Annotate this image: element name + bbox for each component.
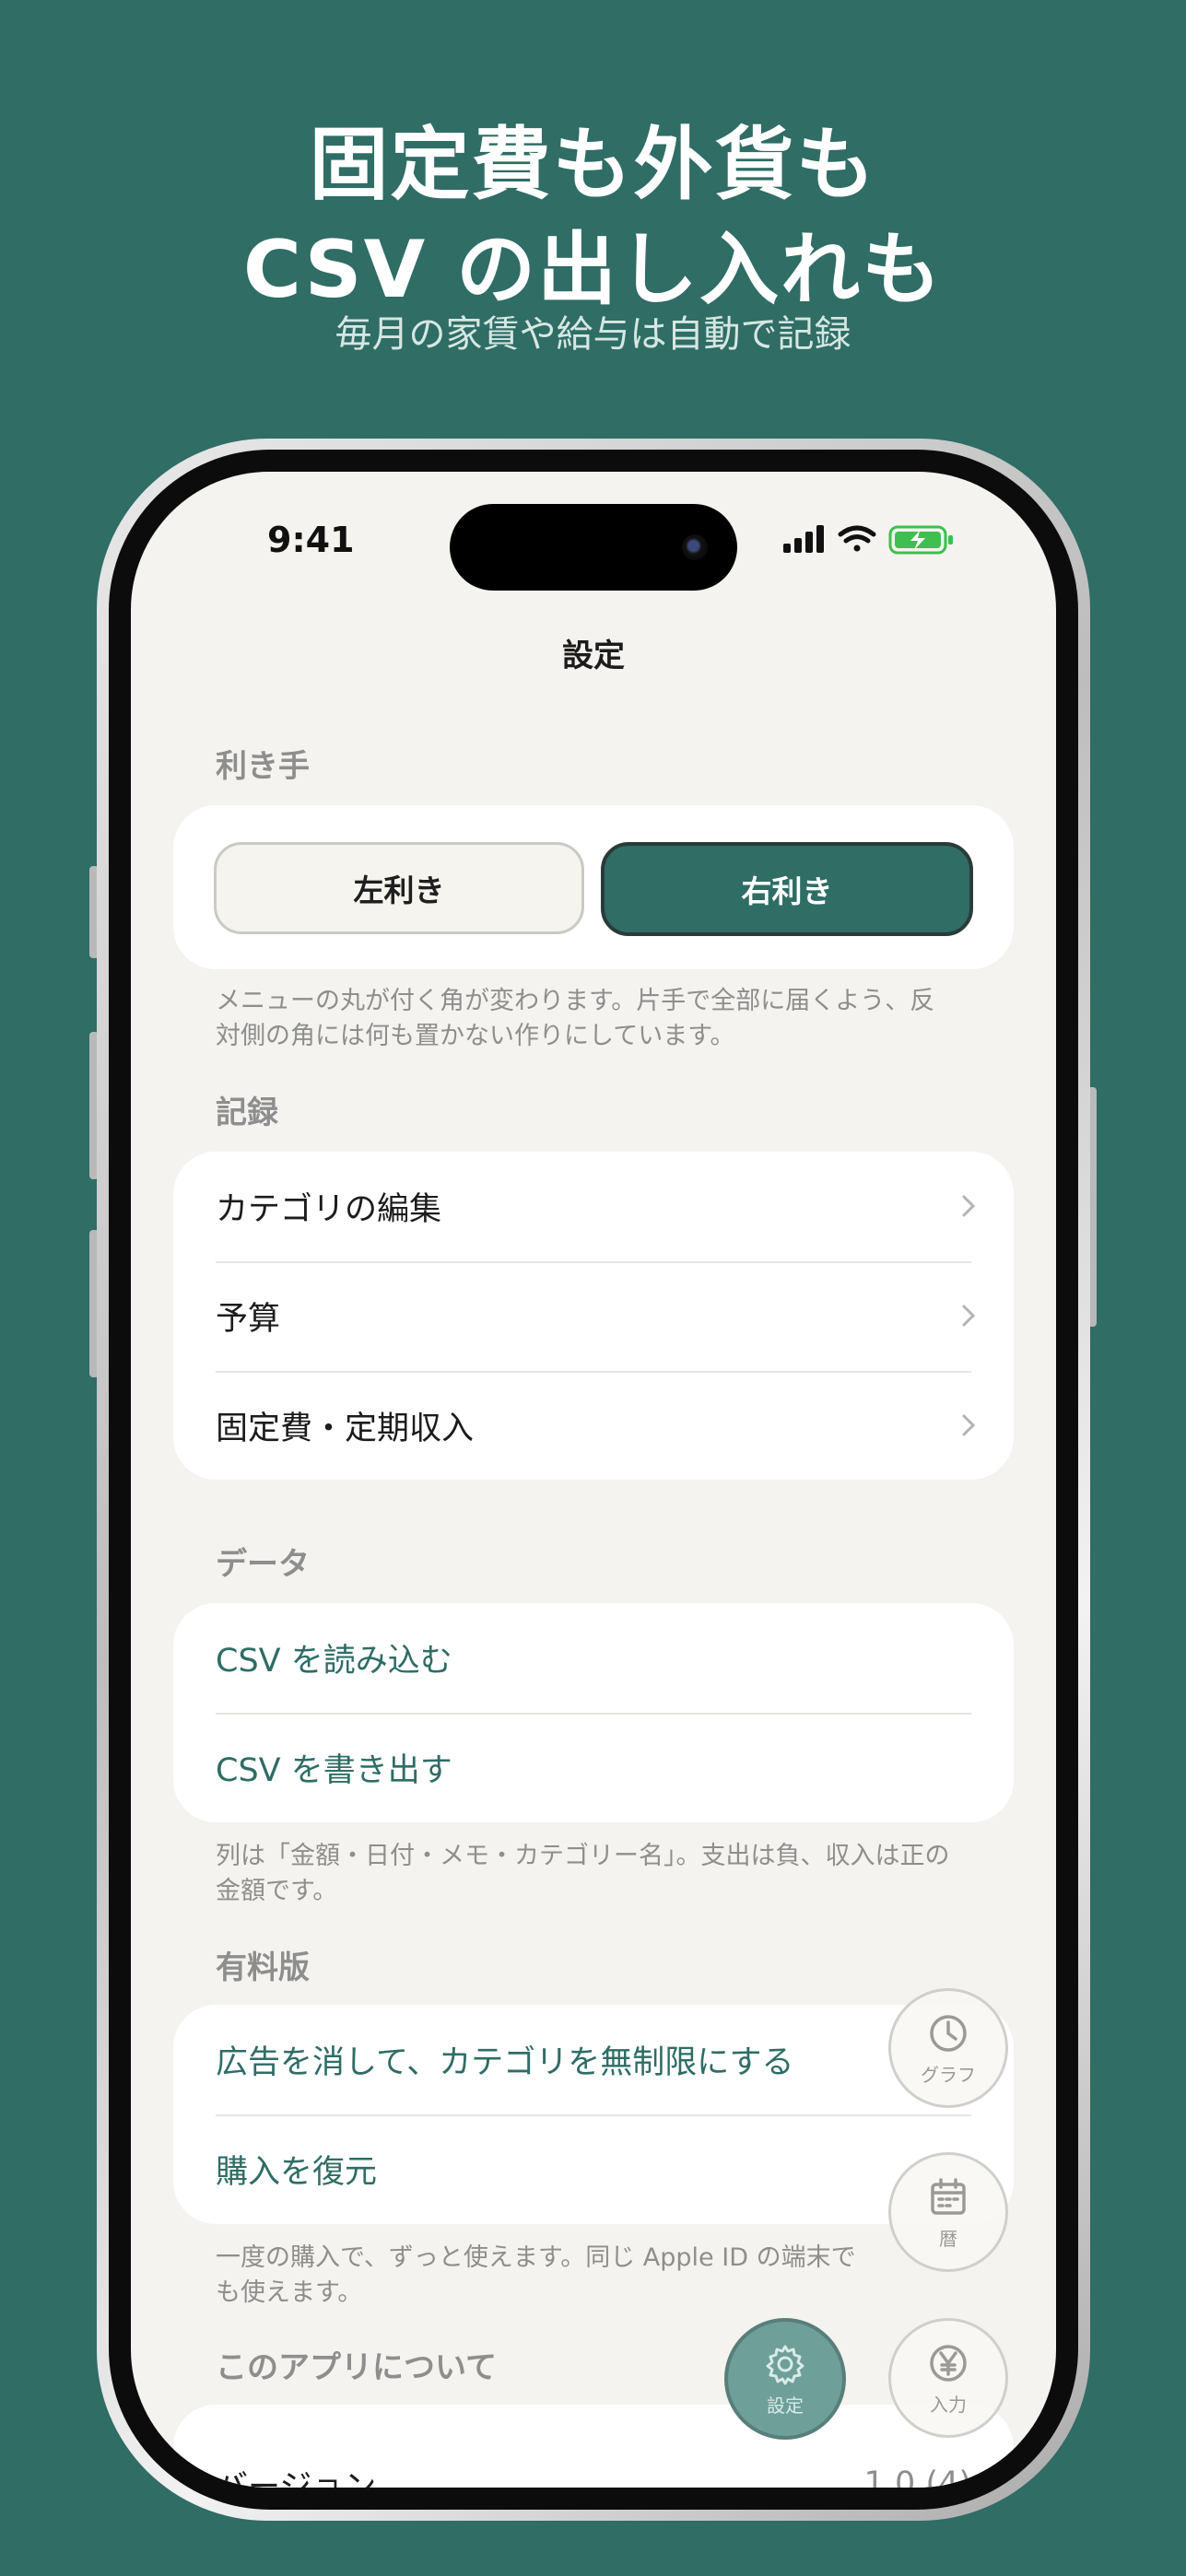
signal-icon <box>783 525 824 553</box>
chevron-right-icon <box>962 1414 976 1436</box>
hero-subtitle: 毎月の家賃や給与は自動で記録 <box>335 313 851 356</box>
settings-label: 設定 <box>767 2394 804 2417</box>
version-row: バージョン 1.0 (4) <box>216 2405 971 2488</box>
settings-button[interactable]: 設定 <box>724 2318 846 2440</box>
graph-button[interactable]: グラフ <box>888 1988 1008 2108</box>
nav-title: 設定 <box>562 638 625 674</box>
edit-categories-label: カテゴリの編集 <box>216 1191 442 1228</box>
right-handed-button[interactable]: 右利き <box>601 842 973 936</box>
version-value: 1.0 (4) <box>863 2465 971 2488</box>
clock-icon <box>930 2014 967 2052</box>
calendar-icon <box>931 2177 966 2215</box>
budget-label: 予算 <box>216 1301 281 1338</box>
import-csv-row[interactable]: CSV を読み込む <box>216 1603 971 1713</box>
phone-screen: 9:41 設定 利き手 左利き 右利き メニューの丸が付く角が変わります。片手で… <box>131 472 1056 2488</box>
fixed-costs-row[interactable]: 固定費・定期収入 <box>216 1371 976 1481</box>
section-label-data: データ <box>216 1546 310 1583</box>
handedness-note: メニューの丸が付く角が変わります。片手で全部に届くよう、反対側の角には何も置かな… <box>216 987 935 1050</box>
remove-ads-row[interactable]: 広告を消して、カテゴリを無制限にする <box>216 2005 971 2114</box>
export-csv-label: CSV を書き出す <box>216 1752 452 1789</box>
section-label-paid: 有料版 <box>216 1950 310 1986</box>
section-label-records: 記録 <box>216 1095 278 1131</box>
import-csv-label: CSV を読み込む <box>216 1643 452 1680</box>
gear-icon <box>766 2345 804 2384</box>
status-time: 9:41 <box>267 520 355 560</box>
edit-categories-row[interactable]: カテゴリの編集 <box>216 1152 976 1261</box>
battery-icon <box>888 525 953 555</box>
graph-label: グラフ <box>921 2063 976 2086</box>
chevron-right-icon <box>962 1195 976 1217</box>
remove-ads-label: 広告を消して、カテゴリを無制限にする <box>216 2044 794 2081</box>
paid-note: 一度の購入で、ずっと使えます。同じ Apple ID の端末でも使えます。 <box>216 2243 856 2307</box>
wifi-icon <box>838 525 876 552</box>
calendar-button[interactable]: 暦 <box>888 2152 1008 2272</box>
restore-purchase-label: 購入を復元 <box>216 2154 378 2191</box>
section-label-handedness: 利き手 <box>216 748 310 785</box>
section-label-about: このアプリについて <box>216 2349 497 2386</box>
restore-purchase-row[interactable]: 購入を復元 <box>216 2114 971 2224</box>
yen-icon <box>930 2344 967 2382</box>
calendar-label: 暦 <box>939 2227 957 2250</box>
hero-title-line1: 固定費も外貨も <box>309 119 877 211</box>
export-csv-row[interactable]: CSV を書き出す <box>216 1713 971 1822</box>
hero-title-line2: CSV の出し入れも <box>242 224 944 316</box>
chevron-right-icon <box>962 1305 976 1327</box>
data-note: 列は「金額・日付・メモ・カテゴリー名」。支出は負、収入は正の金額です。 <box>216 1842 950 1905</box>
left-handed-button[interactable]: 左利き <box>214 842 584 934</box>
camera-lens <box>682 534 708 560</box>
status-icons <box>783 525 953 555</box>
budget-row[interactable]: 予算 <box>216 1261 976 1371</box>
input-button[interactable]: 入力 <box>888 2318 1008 2438</box>
fixed-costs-label: 固定費・定期収入 <box>216 1411 475 1447</box>
version-label: バージョン <box>216 2468 377 2488</box>
input-label: 入力 <box>930 2393 967 2416</box>
